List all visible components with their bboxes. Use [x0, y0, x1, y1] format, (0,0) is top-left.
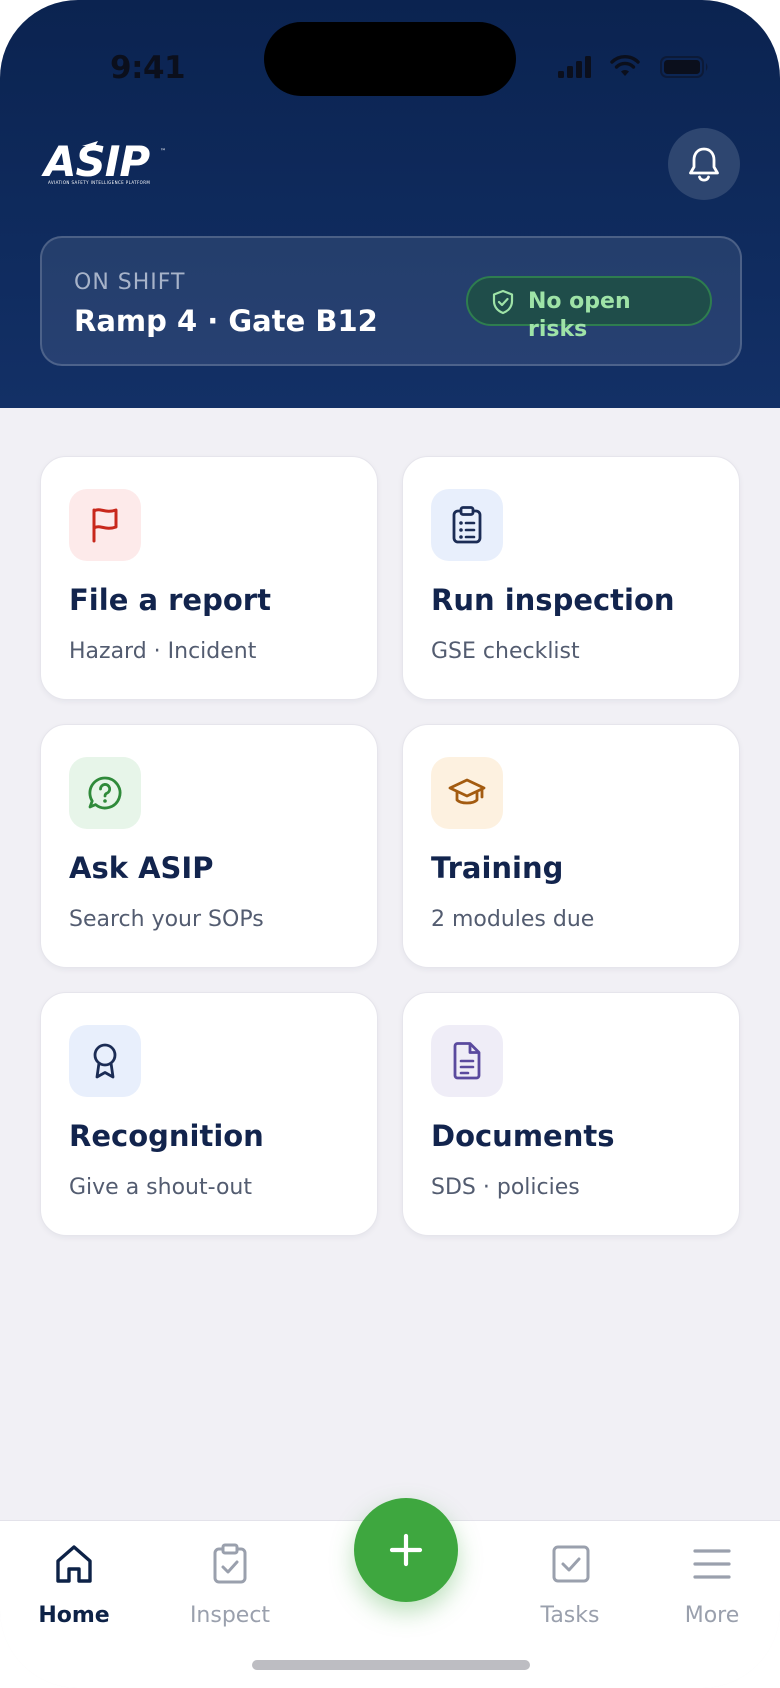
help-chat-icon — [88, 776, 122, 810]
signal-icon — [558, 56, 591, 78]
clipboard-list-icon — [452, 506, 482, 544]
wifi-icon — [610, 55, 640, 76]
logo-wordmark: ASIP — [44, 137, 150, 186]
logo-tagline: AVIATION SAFETY INTELLIGENCE PLATFORM — [48, 180, 151, 185]
tile-title: Recognition — [69, 1119, 264, 1153]
graduation-cap-icon — [448, 778, 486, 805]
tile-subtitle: 2 modules due — [431, 907, 595, 932]
logo-trademark: ™ — [160, 148, 166, 155]
tile-title: Training — [431, 851, 564, 885]
notifications-button[interactable] — [668, 128, 740, 200]
tile-title: Ask ASIP — [69, 851, 214, 885]
tile-subtitle: SDS · policies — [431, 1175, 580, 1200]
tile-icon-bg — [69, 1025, 141, 1097]
status-icons — [558, 50, 714, 84]
tile-icon-bg — [69, 489, 141, 561]
checkbox-icon — [552, 1545, 590, 1583]
tile-icon-bg — [69, 757, 141, 829]
asip-logo: ASIP ™ AVIATION SAFETY INTELLIGENCE PLAT… — [44, 140, 168, 188]
tile-file-report[interactable]: File a report Hazard · Incident — [40, 456, 378, 700]
nav-inspect[interactable]: Inspect — [170, 1543, 290, 1635]
nav-tasks[interactable]: Tasks — [510, 1543, 630, 1635]
shift-card[interactable]: ON SHIFT Ramp 4 · Gate B12 No open risks — [40, 236, 742, 366]
tile-subtitle: Hazard · Incident — [69, 639, 257, 664]
risk-status-badge: No open risks — [466, 276, 712, 342]
tile-icon-bg — [431, 757, 503, 829]
nav-home[interactable]: Home — [14, 1543, 134, 1635]
plane-icon — [82, 141, 98, 150]
tile-title: Documents — [431, 1119, 615, 1153]
status-time: 9:41 — [110, 50, 186, 86]
battery-icon — [660, 56, 708, 78]
nav-label: Inspect — [189, 1603, 271, 1628]
tile-subtitle: GSE checklist — [431, 639, 580, 664]
bell-icon — [689, 147, 719, 182]
create-fab-button[interactable] — [354, 1498, 458, 1602]
tile-recognition[interactable]: Recognition Give a shout-out — [40, 992, 378, 1236]
tile-icon-bg — [431, 1025, 503, 1097]
nav-label: Home — [38, 1603, 110, 1628]
nav-label: More — [684, 1603, 740, 1628]
shield-check-icon — [492, 289, 514, 315]
nav-more[interactable]: More — [652, 1543, 772, 1635]
phone-screen: 9:41 ASIP ™ AVIATION SAFETY INTELLIGENCE… — [0, 0, 780, 1688]
tile-ask-asip[interactable]: Ask ASIP Search your SOPs — [40, 724, 378, 968]
risk-status-text: No open risks — [528, 289, 631, 342]
tile-title: Run inspection — [431, 583, 675, 617]
tile-documents[interactable]: Documents SDS · policies — [402, 992, 740, 1236]
menu-icon — [693, 1549, 731, 1579]
shift-location: Ramp 4 · Gate B12 — [74, 304, 378, 338]
dynamic-island — [264, 22, 516, 96]
award-icon — [93, 1043, 117, 1079]
home-icon — [56, 1545, 92, 1583]
nav-label: Tasks — [540, 1603, 600, 1628]
tile-subtitle: Give a shout-out — [69, 1175, 252, 1200]
document-icon — [453, 1042, 481, 1080]
tile-title: File a report — [69, 583, 271, 617]
clipboard-check-icon — [213, 1543, 247, 1584]
plus-icon — [389, 1533, 423, 1567]
tile-icon-bg — [431, 489, 503, 561]
tile-subtitle: Search your SOPs — [69, 907, 264, 932]
home-indicator — [252, 1660, 530, 1670]
tile-training[interactable]: Training 2 modules due — [402, 724, 740, 968]
shift-label: ON SHIFT — [74, 270, 186, 295]
header: 9:41 ASIP ™ AVIATION SAFETY INTELLIGENCE… — [0, 0, 780, 408]
tile-run-inspection[interactable]: Run inspection GSE checklist — [402, 456, 740, 700]
flag-icon — [92, 508, 118, 543]
